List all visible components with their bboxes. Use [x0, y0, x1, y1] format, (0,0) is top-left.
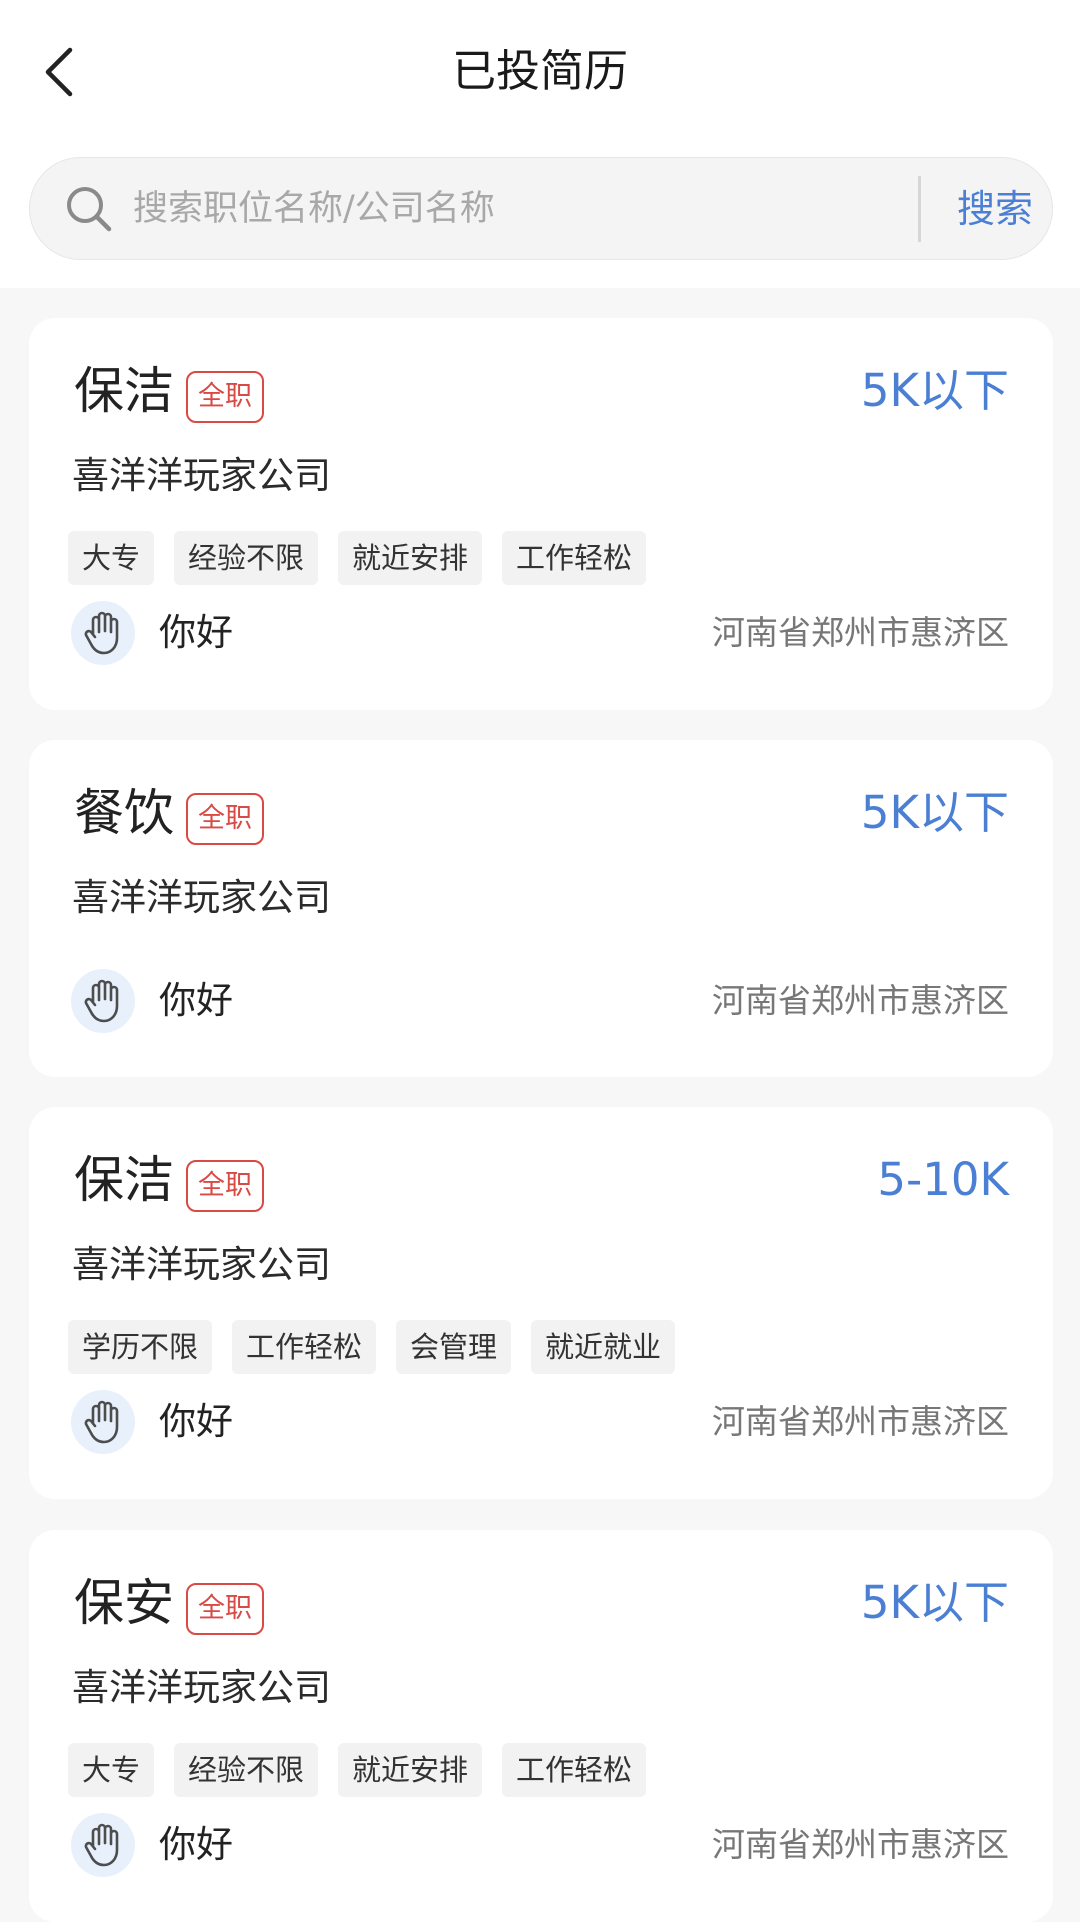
greeting: 你好: [159, 1400, 233, 1443]
tag-list: 大专 经验不限 就近安排 工作轻松: [68, 1743, 647, 1797]
hand-icon: [84, 979, 119, 1023]
search-bar: 搜索: [29, 157, 1053, 260]
contact-row: 你好: [71, 601, 233, 665]
avatar: [71, 601, 135, 665]
search-button[interactable]: 搜索: [950, 176, 1040, 242]
job-tag: 大专: [68, 1743, 155, 1797]
location: 河南省郑州市惠济区: [712, 1825, 1009, 1864]
hand-icon: [84, 1400, 119, 1444]
job-tag: 工作轻松: [232, 1320, 377, 1374]
job-card[interactable]: 保洁 全职 5K以下喜洋洋玩家公司大专 经验不限 就近安排 工作轻松你好 河南省郑州市惠济区: [29, 318, 1053, 710]
salary: 5-10K: [877, 1153, 1009, 1206]
company-name: 喜洋洋玩家公司: [72, 1243, 331, 1286]
avatar: [71, 969, 135, 1033]
page-title: 已投简历: [452, 46, 628, 97]
company-name: 喜洋洋玩家公司: [72, 1666, 331, 1709]
job-type-badge: 全职: [186, 793, 264, 845]
job-tag: 学历不限: [68, 1320, 213, 1374]
location: 河南省郑州市惠济区: [712, 613, 1009, 652]
job-tag: 就近安排: [338, 531, 483, 585]
job-tag: 经验不限: [174, 1743, 319, 1797]
tag-list: 学历不限 工作轻松 会管理 就近就业: [68, 1320, 676, 1374]
company-name: 喜洋洋玩家公司: [72, 876, 331, 919]
hand-icon: [84, 1823, 119, 1867]
job-tag: 会管理: [396, 1320, 512, 1374]
avatar: [71, 1813, 135, 1877]
hand-icon: [84, 611, 119, 655]
contact-row: 你好: [71, 1390, 233, 1454]
company-name: 喜洋洋玩家公司: [72, 454, 331, 497]
job-title: 餐饮: [74, 784, 174, 842]
search-divider: [918, 176, 921, 242]
search-icon: [67, 187, 112, 232]
contact-row: 你好: [71, 969, 233, 1033]
header: 已投简历 搜索: [0, 0, 1080, 288]
job-type-badge: 全职: [186, 1583, 264, 1635]
salary: 5K以下: [860, 1576, 1009, 1629]
greeting: 你好: [159, 979, 233, 1022]
job-title: 保洁: [74, 1151, 174, 1209]
location: 河南省郑州市惠济区: [712, 1402, 1009, 1441]
avatar: [71, 1390, 135, 1454]
job-tag: 工作轻松: [502, 531, 647, 585]
job-tag: 就近就业: [531, 1320, 676, 1374]
job-card[interactable]: 餐饮 全职 5K以下喜洋洋玩家公司你好 河南省郑州市惠济区: [29, 740, 1053, 1077]
job-type-badge: 全职: [186, 371, 264, 423]
tag-list: 大专 经验不限 就近安排 工作轻松: [68, 531, 647, 585]
job-type-badge: 全职: [186, 1160, 264, 1212]
salary: 5K以下: [860, 786, 1009, 839]
greeting: 你好: [159, 1823, 233, 1866]
job-title: 保安: [74, 1574, 174, 1632]
search-input[interactable]: [133, 180, 923, 238]
contact-row: 你好: [71, 1813, 233, 1877]
job-tag: 就近安排: [338, 1743, 483, 1797]
greeting: 你好: [159, 611, 233, 654]
job-tag: 经验不限: [174, 531, 319, 585]
job-card[interactable]: 保安 全职 5K以下喜洋洋玩家公司大专 经验不限 就近安排 工作轻松你好 河南省郑州市惠济区: [29, 1530, 1053, 1922]
salary: 5K以下: [860, 364, 1009, 417]
job-tag: 工作轻松: [502, 1743, 647, 1797]
job-card[interactable]: 保洁 全职 5-10K 喜洋洋玩家公司学历不限 工作轻松 会管理 就近就业你好 河南省郑州市惠…: [29, 1107, 1053, 1499]
job-tag: 大专: [68, 531, 155, 585]
job-title: 保洁: [74, 362, 174, 420]
location: 河南省郑州市惠济区: [712, 981, 1009, 1020]
